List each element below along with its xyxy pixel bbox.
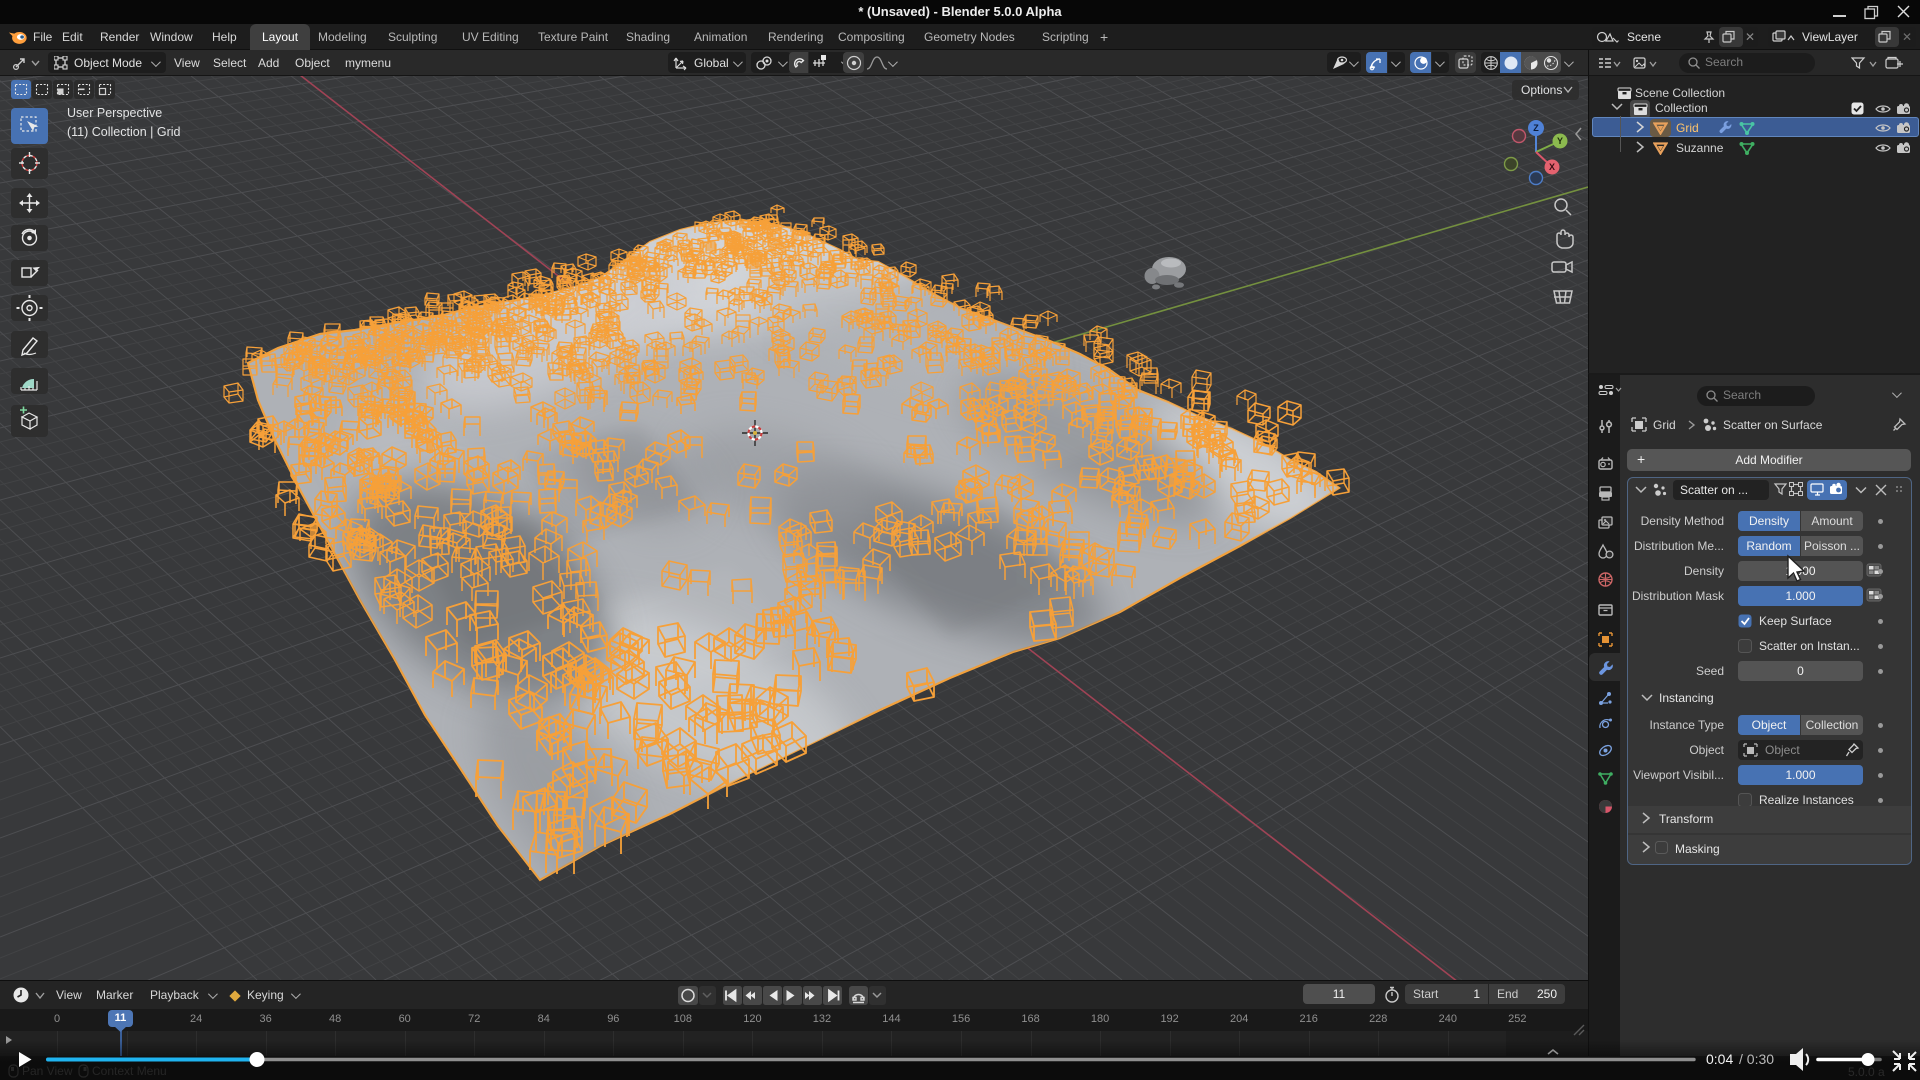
svg-text:Options: Options [1521,83,1562,97]
svg-text:/ 0:30: / 0:30 [1739,1051,1774,1067]
svg-text:Z: Z [1533,123,1539,133]
svg-text:User Perspective: User Perspective [67,106,162,120]
svg-text:(11) Collection | Grid: (11) Collection | Grid [67,125,181,139]
svg-text:X: X [1549,162,1555,172]
svg-text:0:04: 0:04 [1706,1051,1733,1067]
svg-text:Y: Y [1557,136,1563,146]
